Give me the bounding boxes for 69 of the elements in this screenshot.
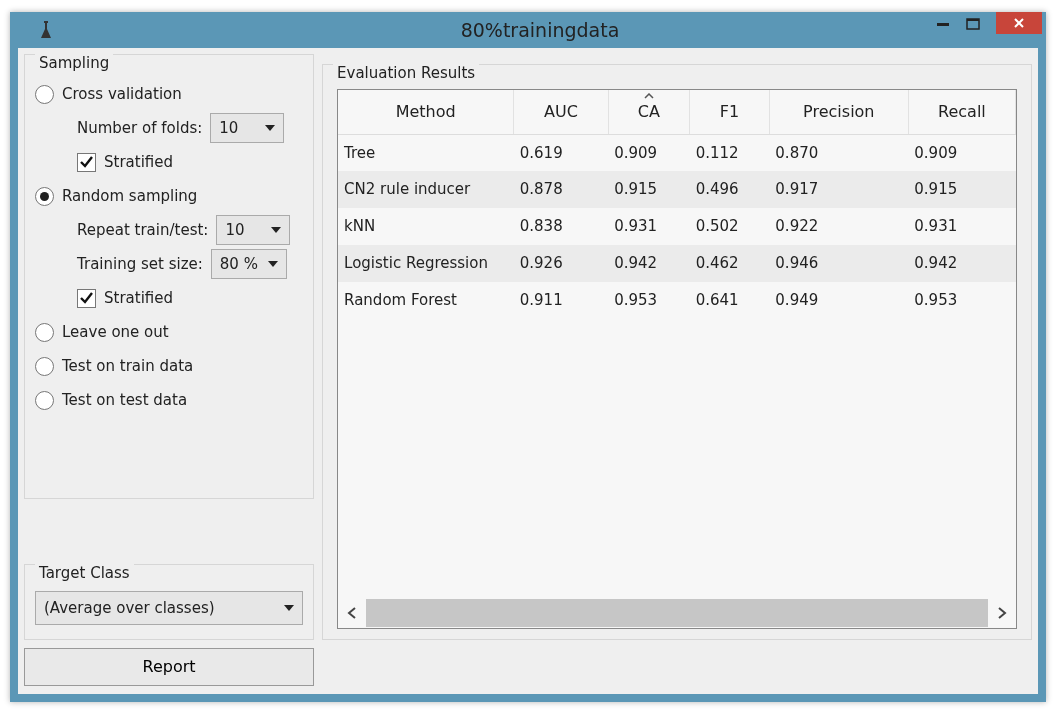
table-cell: 0.878 [513,171,609,208]
field-label: Number of folds: [77,117,203,139]
table-cell: 0.931 [608,208,690,245]
dropdown-caret-icon [284,605,295,611]
table-cell: 0.931 [908,208,1016,245]
table-cell: Logistic Regression [338,245,514,282]
column-header[interactable]: AUC [513,90,609,134]
dropdown[interactable]: 10 [210,113,285,143]
radio-label[interactable]: Leave one out [62,320,169,344]
table-cell: 0.838 [513,208,609,245]
dropdown-caret-icon [271,227,282,233]
table-cell: 0.953 [608,282,690,319]
close-button[interactable] [996,12,1042,34]
column-header[interactable]: Precision [769,90,909,134]
radio-label[interactable]: Test on test data [62,388,188,412]
checkbox[interactable] [77,152,96,172]
column-header[interactable]: Recall [908,90,1016,134]
table-cell: 0.915 [608,171,690,208]
table-cell: 0.926 [513,245,609,282]
table-cell: 0.502 [689,208,770,245]
table-cell: kNN [338,208,514,245]
checkbox[interactable] [77,288,96,308]
table-cell: 0.619 [513,134,609,171]
target-class-dropdown[interactable]: (Average over classes) [35,591,304,625]
table-cell: 0.915 [908,171,1016,208]
table-cell: 0.917 [769,171,909,208]
table-cell: 0.942 [908,245,1016,282]
window-title: 80%trainingdata [460,17,620,43]
column-header[interactable]: F1 [689,90,770,134]
table-cell: CN2 rule inducer [338,171,514,208]
sort-indicator-icon [643,93,654,99]
table-cell: 0.909 [608,134,690,171]
table-cell: Tree [338,134,514,171]
dropdown-caret-icon [267,261,278,267]
column-header[interactable]: CA [608,90,690,134]
table-cell: 0.112 [689,134,770,171]
table-cell: 0.949 [769,282,909,319]
table-cell: 0.496 [689,171,770,208]
checkbox-label[interactable]: Stratified [104,286,173,310]
radio-label[interactable]: Cross validation [62,82,182,106]
dropdown-caret-icon [265,125,276,131]
radio-button[interactable] [35,390,54,410]
table-cell: 0.911 [513,282,609,319]
table-cell: 0.946 [769,245,909,282]
radio-label[interactable]: Random sampling [62,184,198,208]
maximize-icon[interactable] [966,18,980,30]
table-cell: 0.909 [908,134,1016,171]
table-cell: 0.953 [908,282,1016,319]
table-cell: 0.922 [769,208,909,245]
table-cell: 0.942 [608,245,690,282]
dropdown[interactable]: 10 [216,215,291,245]
checkbox-label[interactable]: Stratified [104,150,173,174]
radio-button[interactable] [35,356,54,376]
radio-button[interactable] [35,84,54,104]
table-cell: 0.462 [689,245,770,282]
column-header[interactable]: Method [338,90,514,134]
field-label: Repeat train/test: [77,219,209,241]
dropdown[interactable]: 80 % [210,249,287,279]
table-cell: Random Forest [338,282,514,319]
radio-button[interactable] [35,322,54,342]
minimize-icon[interactable] [937,22,949,26]
table-cell: 0.641 [689,282,770,319]
close-icon [1013,17,1025,29]
report-button[interactable]: Report [24,648,315,686]
flask-icon [40,20,52,40]
radio-label[interactable]: Test on train data [62,354,194,378]
table-cell: 0.870 [769,134,909,171]
field-label: Training set size: [77,253,203,275]
radio-button[interactable] [35,186,54,206]
